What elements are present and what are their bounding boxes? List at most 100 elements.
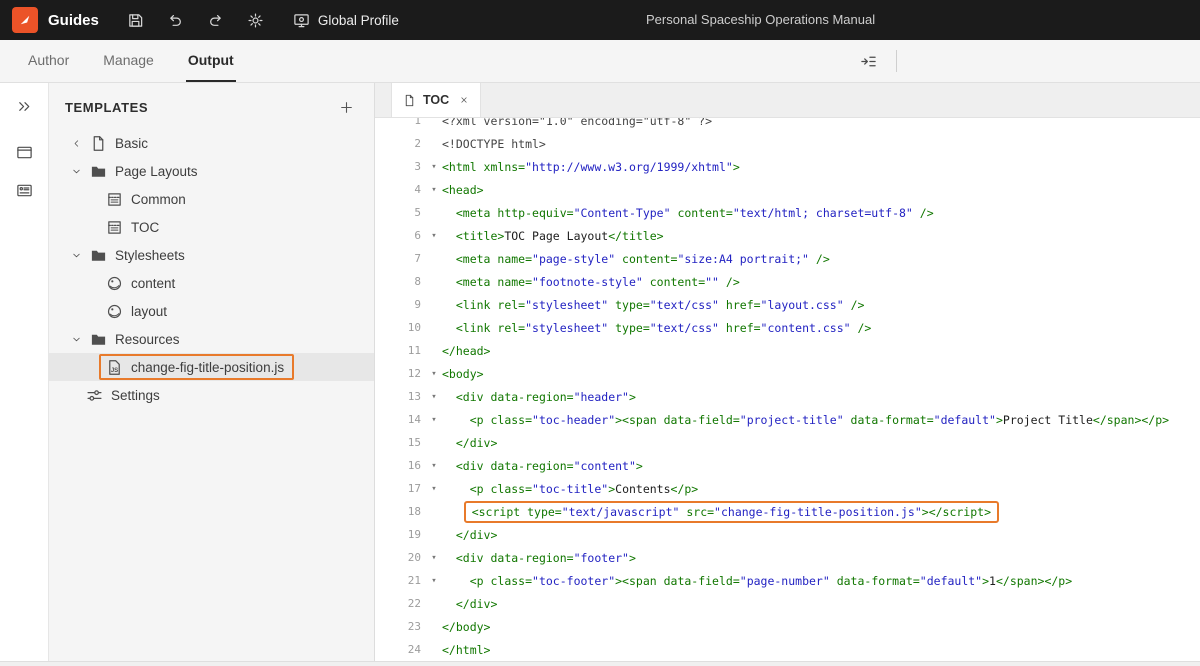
code-text: </body> [442,620,1200,634]
line-number: 7 [375,252,426,265]
code-text: <meta name="footnote-style" content="" /… [442,275,1200,289]
code-line-9[interactable]: 9 <link rel="stylesheet" type="text/css"… [375,293,1200,316]
tab-manage[interactable]: Manage [101,40,156,82]
fold-toggle-icon[interactable]: ▾ [426,576,442,586]
line-number: 12 [375,367,426,380]
line-number: 15 [375,436,426,449]
code-line-14[interactable]: 14▾ <p class="toc-header"><span data-fie… [375,408,1200,431]
tree-item-stylesheets[interactable]: Stylesheets [49,241,374,269]
code-editor[interactable]: 1<?xml version="1.0" encoding="utf-8" ?>… [375,118,1200,661]
undo-button[interactable] [163,7,189,33]
line-number: 4 [375,183,426,196]
code-line-16[interactable]: 16▾ <div data-region="content"> [375,454,1200,477]
nav-bar: Author Manage Output [0,40,1200,83]
tree-item-layout[interactable]: layout [49,297,374,325]
fold-toggle-icon[interactable]: ▾ [426,553,442,563]
templates-panel-header: TEMPLATES [49,83,374,129]
editor-area: TOC 1<?xml version="1.0" encoding="utf-8… [375,83,1200,661]
line-number: 1 [375,118,426,127]
line-number: 22 [375,597,426,610]
chevron-down-icon[interactable] [69,250,84,261]
code-line-22[interactable]: 22 </div> [375,592,1200,615]
templates-view-button[interactable] [11,177,37,203]
code-line-23[interactable]: 23 </body> [375,615,1200,638]
fold-toggle-icon[interactable]: ▾ [426,231,442,241]
tree-item-content[interactable]: content [49,269,374,297]
tab-output[interactable]: Output [186,40,236,82]
settings-sliders-icon [85,386,103,404]
add-template-button[interactable] [336,97,356,117]
templates-panel: TEMPLATES BasicPage LayoutsCommonTOCStyl… [49,83,375,661]
code-line-4[interactable]: 4▾<head> [375,178,1200,201]
output-presets-button[interactable] [11,139,37,165]
code-text: <html xmlns="http://www.w3.org/1999/xhtm… [442,160,1200,174]
tab-author[interactable]: Author [26,40,71,82]
global-profile-button[interactable]: Global Profile [293,12,399,29]
code-line-5[interactable]: 5 <meta http-equiv="Content-Type" conten… [375,201,1200,224]
fold-toggle-icon[interactable]: ▾ [426,392,442,402]
code-line-10[interactable]: 10 <link rel="stylesheet" type="text/css… [375,316,1200,339]
tree-item-settings[interactable]: Settings [49,381,374,409]
main-area: TEMPLATES BasicPage LayoutsCommonTOCStyl… [0,83,1200,661]
editor-tab-strip: TOC [375,83,1200,118]
code-line-2[interactable]: 2 <!DOCTYPE html> [375,132,1200,155]
editor-tab-label: TOC [423,93,449,107]
tree-item-toc[interactable]: TOC [49,213,374,241]
chevron-down-icon[interactable] [69,166,84,177]
code-line-7[interactable]: 7 <meta name="page-style" content="size:… [375,247,1200,270]
guides-logo[interactable] [12,7,38,33]
panel-collapse-button[interactable] [856,49,880,73]
code-line-3[interactable]: 3▾<html xmlns="http://www.w3.org/1999/xh… [375,155,1200,178]
code-line-21[interactable]: 21▾ <p class="toc-footer"><span data-fie… [375,569,1200,592]
code-line-17[interactable]: 17▾ <p class="toc-title">Contents</p> [375,477,1200,500]
code-text: <!DOCTYPE html> [442,137,1200,151]
file-icon [89,134,107,152]
close-tab-button[interactable] [459,95,469,105]
line-number: 16 [375,459,426,472]
folder-icon [89,162,107,180]
fold-toggle-icon[interactable]: ▾ [426,162,442,172]
tree-item-page-layouts[interactable]: Page Layouts [49,157,374,185]
tree-item-common[interactable]: Common [49,185,374,213]
fold-toggle-icon[interactable]: ▾ [426,369,442,379]
fold-toggle-icon[interactable]: ▾ [426,415,442,425]
code-text: <meta name="page-style" content="size:A4… [442,252,1200,266]
editor-tab-toc[interactable]: TOC [391,83,481,117]
fold-toggle-icon[interactable]: ▾ [426,461,442,471]
redo-button[interactable] [203,7,229,33]
code-text: <head> [442,183,1200,197]
tree-item-change-fig-title-position-js[interactable]: JSchange-fig-title-position.js [49,353,374,381]
code-line-24[interactable]: 24</html> [375,638,1200,661]
tree-item-label: content [131,276,175,291]
code-line-1[interactable]: 1<?xml version="1.0" encoding="utf-8" ?> [375,118,1200,132]
chevron-left-icon[interactable] [69,138,84,149]
code-text: </div> [442,436,1200,450]
code-text: </div> [442,528,1200,542]
code-line-13[interactable]: 13▾ <div data-region="header"> [375,385,1200,408]
code-text: <p class="toc-footer"><span data-field="… [442,574,1200,588]
chevron-down-icon[interactable] [69,334,84,345]
line-number: 9 [375,298,426,311]
save-button[interactable] [123,7,149,33]
code-line-19[interactable]: 19 </div> [375,523,1200,546]
tree-item-basic[interactable]: Basic [49,129,374,157]
folder-icon [89,246,107,264]
line-number: 2 [375,137,426,150]
tree-item-label: layout [131,304,167,319]
fold-toggle-icon[interactable]: ▾ [426,484,442,494]
stylesheet-icon [105,274,123,292]
fold-toggle-icon[interactable]: ▾ [426,185,442,195]
code-text: <link rel="stylesheet" type="text/css" h… [442,298,1200,312]
code-line-20[interactable]: 20▾ <div data-region="footer"> [375,546,1200,569]
tree-item-resources[interactable]: Resources [49,325,374,353]
code-line-11[interactable]: 11</head> [375,339,1200,362]
document-title: Personal Spaceship Operations Manual [646,0,875,40]
expand-panel-button[interactable] [11,93,37,119]
line-number: 23 [375,620,426,633]
code-line-6[interactable]: 6▾ <title>TOC Page Layout</title> [375,224,1200,247]
code-line-12[interactable]: 12▾<body> [375,362,1200,385]
code-line-8[interactable]: 8 <meta name="footnote-style" content=""… [375,270,1200,293]
code-line-15[interactable]: 15 </div> [375,431,1200,454]
code-line-18[interactable]: 18 <script type="text/javascript" src="c… [375,500,1200,523]
settings-gear-button[interactable] [243,7,269,33]
